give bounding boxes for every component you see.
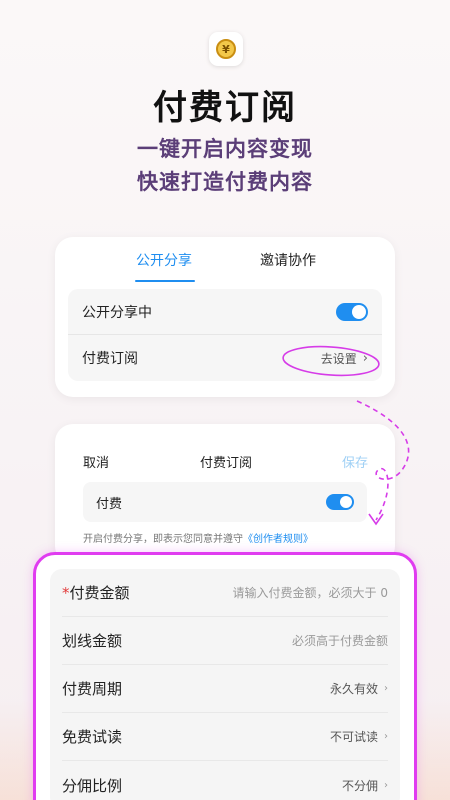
notice-text: 开启付费分享，即表示您同意并遵守 bbox=[83, 534, 243, 545]
share-settings-list: 公开分享中 付费订阅 去设置 › bbox=[68, 289, 382, 381]
price-amount-input[interactable]: 请输入付费金额，必须大于 0 bbox=[233, 584, 388, 601]
free-trial-value[interactable]: 不可试读 › bbox=[330, 728, 388, 745]
subtitle-line-1: 一键开启内容变现 bbox=[137, 136, 313, 161]
commission-text: 不分佣 bbox=[341, 778, 378, 793]
active-tab-indicator bbox=[135, 280, 195, 282]
pay-toggle[interactable] bbox=[326, 494, 354, 510]
go-settings-label: 去设置 bbox=[320, 351, 357, 366]
commission-value[interactable]: 不分佣 › bbox=[342, 777, 388, 794]
chevron-right-icon: › bbox=[384, 731, 388, 742]
chevron-right-icon: › bbox=[384, 683, 388, 694]
page-title: 付费订阅 bbox=[153, 88, 297, 128]
pricing-panel: *付费金额 请输入付费金额，必须大于 0 划线金额 必须高于付费金额 付费周期 … bbox=[33, 552, 417, 800]
paid-card-title: 付费订阅 bbox=[200, 456, 253, 471]
share-tabs: 公开分享 邀请协作 bbox=[55, 237, 395, 285]
pay-period-value[interactable]: 永久有效 › bbox=[330, 680, 388, 697]
price-amount-text: 付费金额 bbox=[69, 584, 130, 602]
go-settings-link[interactable]: 去设置 › bbox=[321, 350, 368, 367]
required-mark: * bbox=[62, 584, 70, 602]
tab-public-share[interactable]: 公开分享 bbox=[136, 250, 192, 270]
pay-period-label: 付费周期 bbox=[62, 680, 123, 698]
pay-period-text: 永久有效 bbox=[329, 682, 378, 696]
creator-rules-link[interactable]: 《创作者规则》 bbox=[243, 534, 313, 545]
price-amount-row[interactable]: *付费金额 请输入付费金额，必须大于 0 bbox=[62, 569, 388, 617]
paid-card-header: 取消 付费订阅 保存 bbox=[55, 452, 395, 472]
public-share-toggle[interactable] bbox=[336, 302, 368, 321]
strike-price-row[interactable]: 划线金额 必须高于付费金额 bbox=[62, 617, 388, 665]
coin-yen-icon: ¥ bbox=[216, 39, 236, 59]
strike-price-input[interactable]: 必须高于付费金额 bbox=[292, 632, 388, 649]
pay-label: 付费 bbox=[96, 496, 123, 512]
chevron-right-icon: › bbox=[384, 779, 388, 791]
tab-invite-collab[interactable]: 邀请协作 bbox=[260, 250, 316, 270]
public-share-label: 公开分享中 bbox=[82, 304, 152, 321]
rules-notice: 开启付费分享，即表示您同意并遵守《创作者规则》 bbox=[83, 530, 313, 545]
pay-period-row[interactable]: 付费周期 永久有效 › bbox=[62, 665, 388, 713]
save-button[interactable]: 保存 bbox=[342, 452, 368, 471]
strike-price-label: 划线金额 bbox=[62, 632, 123, 650]
free-trial-row[interactable]: 免费试读 不可试读 › bbox=[62, 713, 388, 761]
free-trial-text: 不可试读 bbox=[329, 730, 378, 744]
public-share-row: 公开分享中 bbox=[68, 289, 382, 335]
free-trial-label: 免费试读 bbox=[62, 728, 123, 746]
subtitle-line-2: 快速打造付费内容 bbox=[137, 169, 313, 194]
paid-subscription-label: 付费订阅 bbox=[82, 351, 138, 367]
commission-label: 分佣比例 bbox=[62, 776, 123, 795]
paid-subscription-row[interactable]: 付费订阅 去设置 › bbox=[68, 335, 382, 381]
chevron-right-icon: › bbox=[362, 350, 368, 366]
cancel-button[interactable]: 取消 bbox=[83, 452, 109, 471]
commission-row[interactable]: 分佣比例 不分佣 › bbox=[62, 761, 388, 800]
pricing-list: *付费金额 请输入付费金额，必须大于 0 划线金额 必须高于付费金额 付费周期 … bbox=[50, 569, 400, 800]
app-icon: ¥ bbox=[209, 32, 243, 66]
price-amount-label: *付费金额 bbox=[62, 582, 130, 603]
paid-subscription-card: 取消 付费订阅 保存 付费 开启付费分享，即表示您同意并遵守《创作者规则》 bbox=[55, 424, 395, 564]
pay-toggle-row: 付费 bbox=[83, 482, 367, 522]
share-settings-card: 公开分享 邀请协作 公开分享中 付费订阅 去设置 › bbox=[55, 237, 395, 397]
